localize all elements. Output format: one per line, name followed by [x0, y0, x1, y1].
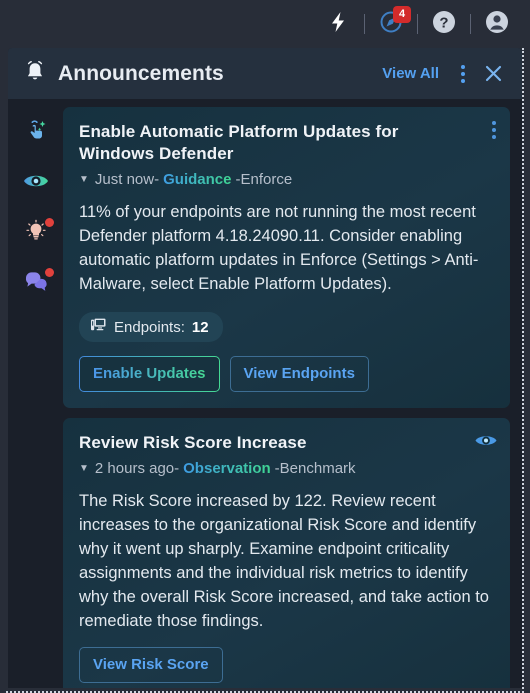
bell-icon [24, 60, 46, 88]
quick-actions-button[interactable] [319, 5, 357, 43]
announcement-timestamp: 2 hours ago [94, 460, 175, 477]
enable-updates-label: Enable Updates [93, 365, 206, 382]
panel-body: Enable Automatic Platform Updates for Wi… [8, 99, 522, 688]
lightning-bolt-icon [328, 11, 348, 38]
announcement-category: Observation [179, 460, 275, 477]
appbar-actions: 4 ? [319, 5, 516, 43]
announcement-title: Enable Automatic Platform Updates for Wi… [79, 122, 399, 163]
enable-updates-button[interactable]: Enable Updates [79, 356, 220, 392]
rail-item-insights[interactable] [8, 208, 63, 258]
notification-dot [45, 268, 54, 277]
announcements-badge: 4 [393, 6, 411, 23]
endpoint-monitor-icon [90, 317, 107, 337]
endpoints-chip-label: Endpoints: [114, 318, 185, 336]
announcements-panel: Announcements View All Enable Automatic … [8, 48, 522, 688]
panel-icon-rail [8, 99, 63, 688]
announcement-actions: View Risk Score [79, 647, 494, 683]
announcement-list: Enable Automatic Platform Updates for Wi… [63, 99, 522, 688]
announcement-meta: ▼ Just now - Guidance - Enforce [79, 171, 494, 188]
announcement-source: Benchmark [279, 460, 356, 477]
chevron-down-icon[interactable]: ▼ [79, 463, 89, 474]
notification-dot [45, 218, 54, 227]
help-button[interactable]: ? [425, 5, 463, 43]
announcement-timestamp: Just now [94, 171, 155, 188]
user-avatar-icon [484, 9, 510, 40]
announcement-body: 11% of your endpoints are not running th… [79, 203, 479, 293]
announcement-title: Review Risk Score Increase [79, 433, 307, 452]
announcement-eye-icon[interactable] [474, 432, 498, 454]
announcement-card[interactable]: Enable Automatic Platform Updates for Wi… [63, 107, 510, 408]
view-risk-score-button[interactable]: View Risk Score [79, 647, 223, 683]
view-endpoints-button[interactable]: View Endpoints [229, 356, 369, 392]
chevron-down-icon[interactable]: ▼ [79, 174, 89, 185]
rail-item-observations[interactable] [8, 158, 63, 208]
top-app-bar: 4 ? [0, 0, 530, 48]
announcement-category: Guidance [159, 171, 235, 188]
view-all-link[interactable]: View All [382, 65, 439, 82]
svg-text:?: ? [439, 14, 448, 31]
rail-item-interactive-guides[interactable] [8, 108, 63, 158]
announcement-body: The Risk Score increased by 122. Review … [79, 492, 489, 630]
announcements-panel-header: Announcements View All [8, 48, 522, 99]
close-icon[interactable] [479, 61, 508, 86]
tap-sparkle-icon [23, 118, 49, 149]
announcement-source: Enforce [240, 171, 293, 188]
appbar-divider [417, 14, 418, 34]
announcement-card[interactable]: Review Risk Score Increase ▼ 2 hours ago… [63, 418, 510, 688]
appbar-divider [364, 14, 365, 34]
announcement-meta: ▼ 2 hours ago - Observation - Benchmark [79, 460, 494, 477]
endpoints-chip-value: 12 [191, 318, 209, 336]
panel-kebab-menu-icon[interactable] [453, 61, 473, 87]
endpoints-chip: Endpoints: 12 [79, 312, 223, 342]
eye-icon [22, 171, 50, 196]
appbar-divider [470, 14, 471, 34]
account-button[interactable] [478, 5, 516, 43]
announcement-actions: Enable Updates View Endpoints [79, 356, 494, 392]
page-title: Announcements [58, 61, 224, 85]
announcement-kebab-menu-icon[interactable] [492, 121, 496, 139]
rail-item-messages[interactable] [8, 258, 63, 308]
announcements-button[interactable]: 4 [372, 5, 411, 43]
question-circle-icon: ? [431, 9, 457, 40]
